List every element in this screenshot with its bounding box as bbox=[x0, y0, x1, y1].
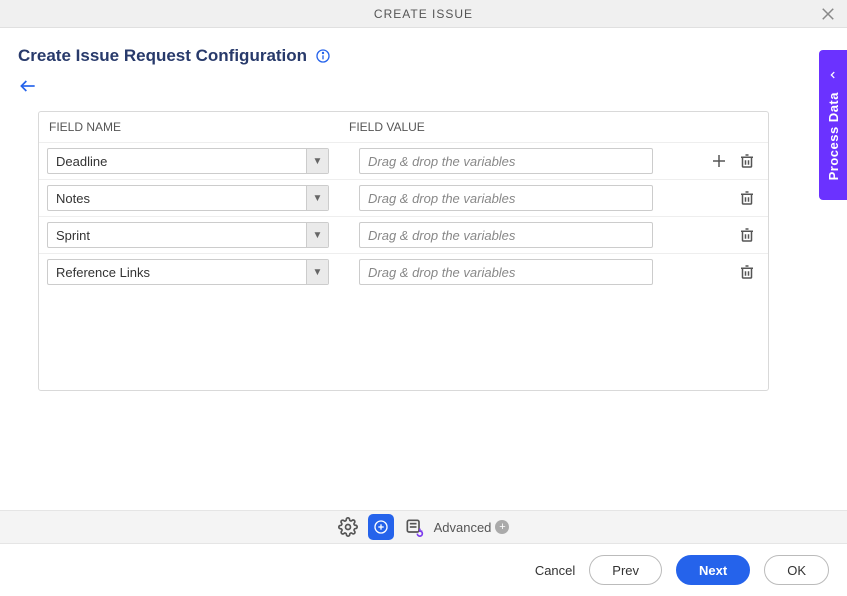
field-value-input[interactable]: Drag & drop the variables bbox=[359, 148, 653, 174]
table-row: Reference Links ▼ Drag & drop the variab… bbox=[39, 254, 768, 290]
chevron-down-icon[interactable]: ▼ bbox=[306, 186, 328, 210]
add-circle-icon[interactable] bbox=[368, 514, 394, 540]
col-header-field-value: FIELD VALUE bbox=[349, 120, 758, 134]
field-name-select[interactable]: Reference Links ▼ bbox=[47, 259, 329, 285]
field-value-input[interactable]: Drag & drop the variables bbox=[359, 222, 653, 248]
process-data-label: Process Data bbox=[826, 92, 841, 180]
ok-button[interactable]: OK bbox=[764, 555, 829, 585]
table-row: Sprint ▼ Drag & drop the variables bbox=[39, 217, 768, 254]
refresh-list-icon[interactable] bbox=[404, 517, 424, 537]
row-actions bbox=[683, 226, 760, 244]
chevron-down-icon[interactable]: ▼ bbox=[306, 149, 328, 173]
delete-row-icon[interactable] bbox=[738, 226, 756, 244]
col-header-field-name: FIELD NAME bbox=[49, 120, 349, 134]
row-actions bbox=[683, 189, 760, 207]
row-actions bbox=[683, 152, 760, 170]
back-arrow-icon[interactable] bbox=[18, 76, 38, 96]
cancel-button[interactable]: Cancel bbox=[535, 563, 575, 578]
dialog-header: CREATE ISSUE bbox=[0, 0, 847, 28]
chevron-down-icon[interactable]: ▼ bbox=[306, 260, 328, 284]
field-name-label: Notes bbox=[48, 191, 306, 206]
plus-circle-icon: + bbox=[495, 520, 509, 534]
process-data-tab[interactable]: Process Data bbox=[819, 50, 847, 200]
gear-icon[interactable] bbox=[338, 517, 358, 537]
field-name-label: Sprint bbox=[48, 228, 306, 243]
prev-button[interactable]: Prev bbox=[589, 555, 662, 585]
table-row: Notes ▼ Drag & drop the variables bbox=[39, 180, 768, 217]
page-title: Create Issue Request Configuration bbox=[18, 46, 307, 66]
dialog-title: CREATE ISSUE bbox=[374, 7, 473, 21]
table-row: Deadline ▼ Drag & drop the variables bbox=[39, 143, 768, 180]
add-row-icon[interactable] bbox=[710, 152, 728, 170]
delete-row-icon[interactable] bbox=[738, 189, 756, 207]
bottom-toolbar: Advanced + bbox=[0, 510, 847, 544]
fields-table: FIELD NAME FIELD VALUE Deadline ▼ Drag &… bbox=[38, 111, 769, 391]
field-name-label: Deadline bbox=[48, 154, 306, 169]
content-area: Create Issue Request Configuration FIELD… bbox=[0, 28, 847, 391]
info-icon[interactable] bbox=[315, 48, 331, 64]
next-button[interactable]: Next bbox=[676, 555, 750, 585]
chevron-down-icon[interactable]: ▼ bbox=[306, 223, 328, 247]
field-name-select[interactable]: Sprint ▼ bbox=[47, 222, 329, 248]
table-header: FIELD NAME FIELD VALUE bbox=[39, 112, 768, 143]
close-icon[interactable] bbox=[819, 5, 837, 23]
advanced-label: Advanced bbox=[434, 520, 492, 535]
page-title-row: Create Issue Request Configuration bbox=[18, 46, 829, 66]
field-value-input[interactable]: Drag & drop the variables bbox=[359, 259, 653, 285]
row-actions bbox=[683, 263, 760, 281]
chevron-left-icon bbox=[828, 70, 838, 80]
field-name-select[interactable]: Deadline ▼ bbox=[47, 148, 329, 174]
footer: Cancel Prev Next OK bbox=[0, 544, 847, 596]
advanced-button[interactable]: Advanced + bbox=[434, 520, 510, 535]
delete-row-icon[interactable] bbox=[738, 152, 756, 170]
field-value-input[interactable]: Drag & drop the variables bbox=[359, 185, 653, 211]
field-name-label: Reference Links bbox=[48, 265, 306, 280]
delete-row-icon[interactable] bbox=[738, 263, 756, 281]
field-name-select[interactable]: Notes ▼ bbox=[47, 185, 329, 211]
